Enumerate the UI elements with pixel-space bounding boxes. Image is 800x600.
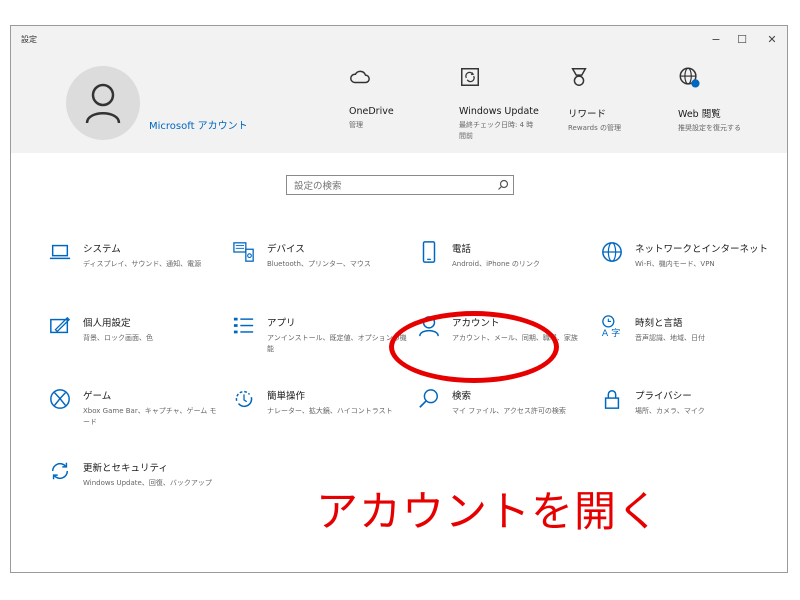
tile-label: 簡単操作 [267,391,306,402]
tile-sub: ディスプレイ、サウンド、通知、電源 [83,260,202,268]
tile-sub: Bluetooth、プリンター、マウス [267,260,371,268]
microsoft-account-link[interactable]: Microsoft アカウント [149,117,248,132]
svg-text:字: 字 [611,327,620,337]
window-title: 設定 [21,35,37,44]
sync-icon [51,462,69,480]
rewards-medal-icon [571,68,587,86]
user-icon [85,83,121,124]
tile-sub: アンインストール、既定値、オプションの機能 [267,334,407,353]
tile-sub: Xbox Game Bar、キャプチャ、ゲーム モード [83,407,217,426]
tile-sub: Windows Update、回復、バックアップ [83,479,212,487]
quick-link-onedrive[interactable]: OneDrive 管理 [349,66,459,131]
quick-link-label: Windows Update [459,106,539,117]
update-icon [461,68,479,86]
quick-link-sub: 管理 [349,121,363,129]
quick-link-sub: 最終チェック日時: 4 時間前 [459,121,534,140]
tile-sub: 場所、カメラ、マイク [635,407,705,415]
quick-link-label: リワード [568,109,607,120]
tile-label: ネットワークとインターネット [635,244,769,255]
tile-label: プライバシー [635,391,692,402]
maximize-button[interactable]: ☐ [731,30,753,48]
quick-link-web-browsing[interactable]: Web 閲覧 推奨設定を復元する [678,66,788,134]
tile-sub: ナレーター、拡大鏡、ハイコントラスト [267,407,393,415]
tile-sub: 背景、ロック画面、色 [83,334,153,342]
tile-label: 時刻と言語 [635,318,683,329]
highlight-ellipse [389,311,559,383]
xbox-icon [50,389,70,409]
devices-icon [233,242,254,262]
time-language-icon: A 字 [602,315,620,337]
quick-link-windows-update[interactable]: Windows Update 最終チェック日時: 4 時間前 [459,66,539,142]
tile-label: 電話 [452,244,472,255]
minimize-button[interactable]: − [705,30,727,48]
apps-list-icon [233,317,254,334]
quick-link-label: OneDrive [349,106,394,117]
tile-label: 検索 [452,391,472,402]
quick-link-sub: 推奨設定を復元する [678,124,741,132]
quick-link-rewards[interactable]: リワード Rewards の管理 [568,66,678,134]
tile-label: アプリ [267,318,296,329]
tile-sub: マイ ファイル、アクセス許可の検索 [452,407,566,415]
lock-icon [604,390,620,409]
settings-window: 設定 − ☐ ✕ Microsoft アカウント OneDrive 管理 Win… [10,25,788,573]
annotation-text: アカウントを開く [316,487,661,536]
tile-sub: Wi-Fi、機内モード、VPN [635,260,715,268]
avatar[interactable] [66,66,140,140]
tile-sub: Android、iPhone のリンク [452,260,540,268]
phone-icon [422,241,436,263]
tile-label: システム [83,244,121,255]
tile-label: 更新とセキュリティ [83,463,168,474]
laptop-icon [49,244,71,260]
quick-link-sub: Rewards の管理 [568,124,621,132]
quick-link-label: Web 閲覧 [678,109,721,120]
tile-sub: 音声認識、地域、日付 [635,334,705,342]
close-button[interactable]: ✕ [761,30,783,48]
globe-icon [679,67,700,88]
svg-text:A: A [602,328,609,337]
personalization-icon [50,316,71,334]
search-icon [419,389,438,408]
tile-label: ゲーム [83,391,112,402]
settings-search[interactable] [286,175,514,196]
tile-label: デバイス [267,244,305,255]
cloud-icon [350,70,370,84]
settings-header: 設定 − ☐ ✕ Microsoft アカウント OneDrive 管理 Win… [11,26,787,153]
tile-label: 個人用設定 [83,318,131,329]
globe-icon [602,242,622,262]
search-icon [498,179,509,190]
search-input[interactable] [287,176,496,196]
ease-of-access-icon [235,390,253,408]
